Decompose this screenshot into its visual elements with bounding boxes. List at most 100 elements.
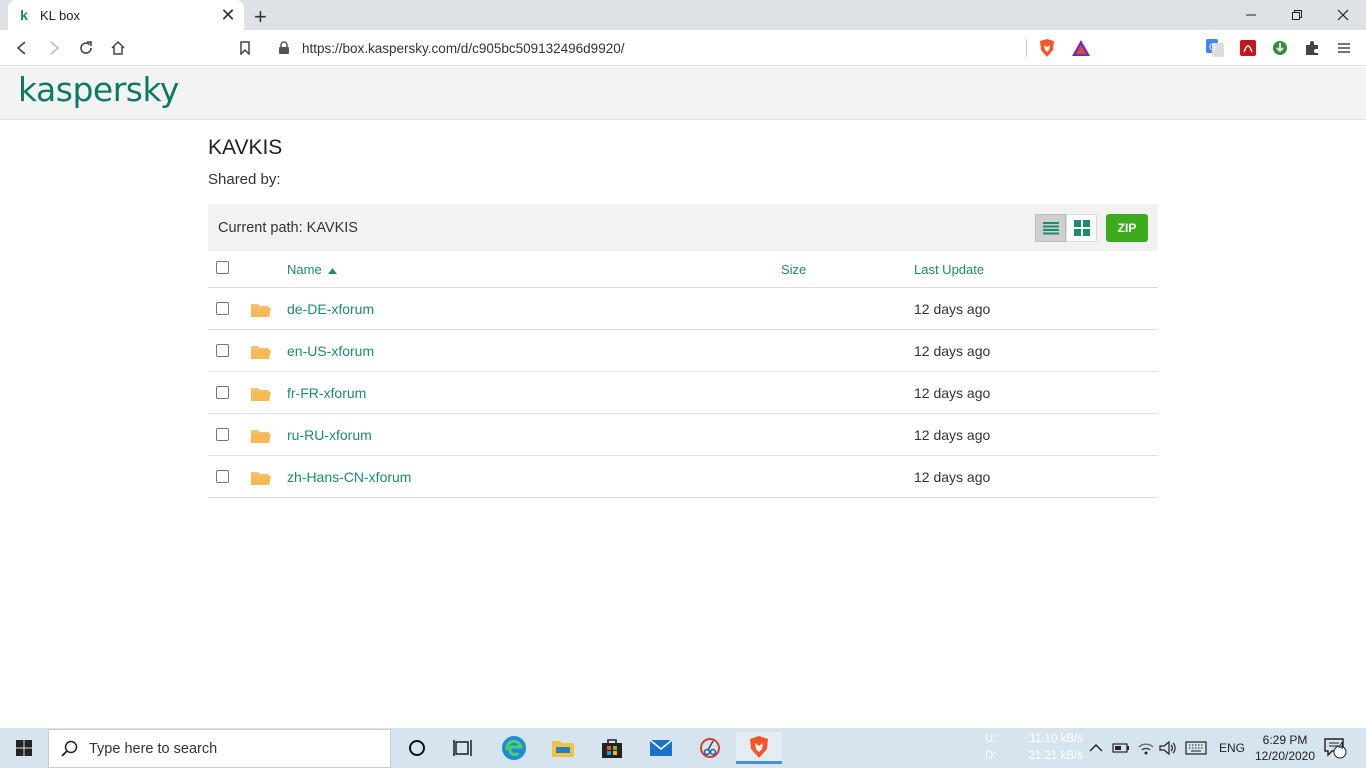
last-update: 12 days ago <box>914 469 991 485</box>
table-row[interactable]: ru-RU-xforum 12 days ago <box>208 414 1158 456</box>
snipping-tool-taskbar-button[interactable] <box>687 732 733 764</box>
input-language-button[interactable]: ENG <box>1219 728 1245 768</box>
windows-logo-icon <box>16 740 32 756</box>
grid-view-icon <box>1073 220 1090 236</box>
close-window-button[interactable] <box>1320 0 1366 30</box>
notification-count-badge: 4 <box>1338 741 1344 752</box>
select-all-checkbox[interactable] <box>216 261 229 274</box>
search-icon <box>61 740 78 757</box>
minimize-button[interactable] <box>1228 0 1274 30</box>
folder-name-link[interactable]: en-US-xforum <box>287 343 374 359</box>
last-update: 12 days ago <box>914 343 991 359</box>
folder-name-link[interactable]: fr-FR-xforum <box>287 385 366 401</box>
google-translate-extension-icon[interactable]: G <box>1205 38 1225 58</box>
store-taskbar-button[interactable] <box>589 732 635 764</box>
download-manager-extension-icon[interactable] <box>1270 38 1290 58</box>
snipping-tool-icon <box>700 738 720 758</box>
taskbar-search-box[interactable]: Type here to search <box>48 729 391 768</box>
table-row[interactable]: fr-FR-xforum 12 days ago <box>208 372 1158 414</box>
list-view-icon <box>1042 222 1059 235</box>
kaspersky-logo[interactable]: kaspersky <box>18 70 179 109</box>
browser-toolbar: https://box.kaspersky.com/d/c905bc509132… <box>0 30 1366 66</box>
address-bar[interactable]: https://box.kaspersky.com/d/c905bc509132… <box>268 34 1098 62</box>
browser-tab[interactable]: k KL box ✕ <box>8 0 244 30</box>
last-update: 12 days ago <box>914 301 991 317</box>
file-explorer-taskbar-button[interactable] <box>540 732 586 764</box>
battery-icon <box>1112 743 1129 753</box>
action-center-button[interactable]: 4 <box>1324 728 1348 768</box>
volume-tray-button[interactable] <box>1159 728 1177 768</box>
home-icon <box>111 40 125 55</box>
brave-taskbar-button[interactable] <box>736 732 782 764</box>
row-checkbox[interactable] <box>216 344 229 357</box>
kaspersky-favicon-icon: k <box>20 7 28 23</box>
wifi-icon <box>1138 743 1154 755</box>
battery-tray-button[interactable] <box>1112 728 1130 768</box>
lock-icon <box>278 41 292 55</box>
forward-button[interactable] <box>42 36 66 60</box>
list-view-button[interactable] <box>1035 214 1066 242</box>
language-indicator: ENG <box>1219 741 1246 755</box>
reload-icon <box>80 41 92 54</box>
svg-text:G: G <box>1209 43 1216 53</box>
name-column-header[interactable]: Name <box>287 262 338 277</box>
extensions-puzzle-icon[interactable] <box>1302 38 1322 58</box>
tab-title: KL box <box>40 7 80 23</box>
reload-button[interactable] <box>74 36 98 60</box>
last-update: 12 days ago <box>914 427 991 443</box>
pdf-extension-icon[interactable] <box>1238 38 1258 58</box>
touch-keyboard-button[interactable] <box>1185 728 1207 768</box>
folder-icon <box>251 302 271 322</box>
edge-taskbar-button[interactable] <box>491 732 537 764</box>
mail-icon <box>649 739 673 756</box>
table-row[interactable]: en-US-xforum 12 days ago <box>208 330 1158 372</box>
mail-taskbar-button[interactable] <box>638 732 684 764</box>
restore-button[interactable] <box>1274 0 1320 30</box>
table-row[interactable]: de-DE-xforum 12 days ago <box>208 288 1158 330</box>
upload-speed: 11.10 kB/s <box>1029 733 1084 745</box>
brave-shields-icon[interactable] <box>1038 38 1056 63</box>
size-column-header[interactable]: Size <box>781 262 806 277</box>
brave-browser-icon <box>750 735 768 758</box>
row-checkbox[interactable] <box>216 428 229 441</box>
show-hidden-icons-button[interactable] <box>1089 728 1103 768</box>
shared-by-label: Shared by: <box>208 171 281 188</box>
forward-arrow-icon <box>50 41 60 55</box>
cortana-circle-icon <box>409 740 425 756</box>
back-button[interactable] <box>10 36 34 60</box>
browser-tabbar: k KL box ✕ + <box>0 0 1366 30</box>
table-row[interactable]: zh-Hans-CN-xforum 12 days ago <box>208 456 1158 498</box>
site-header: kaspersky <box>0 67 1366 120</box>
edge-browser-icon <box>502 736 526 760</box>
bookmark-button[interactable] <box>233 36 257 60</box>
url-text: https://box.kaspersky.com/d/c905bc509132… <box>302 40 625 56</box>
close-tab-icon[interactable]: ✕ <box>220 5 236 26</box>
start-button[interactable] <box>0 728 48 768</box>
cortana-button[interactable] <box>394 732 440 764</box>
current-path: Current path: KAVKIS <box>218 220 358 236</box>
row-checkbox[interactable] <box>216 470 229 483</box>
search-placeholder: Type here to search <box>89 740 218 757</box>
folder-name-link[interactable]: ru-RU-xforum <box>287 427 372 443</box>
chevron-up-icon <box>1089 744 1103 752</box>
menu-icon[interactable] <box>1334 38 1354 58</box>
grid-view-button[interactable] <box>1066 214 1097 242</box>
name-header-label: Name <box>287 262 322 277</box>
brave-rewards-icon[interactable] <box>1071 39 1091 62</box>
task-view-button[interactable] <box>440 732 486 764</box>
system-clock[interactable]: 6:29 PM 12/20/2020 <box>1247 732 1323 764</box>
folder-icon <box>251 344 271 364</box>
new-tab-button[interactable]: + <box>254 4 267 30</box>
minimize-icon <box>1246 14 1256 16</box>
last-update-column-header[interactable]: Last Update <box>914 262 984 277</box>
row-checkbox[interactable] <box>216 386 229 399</box>
taskbar: Type here to search U: D: 11.10 kB/s 21.… <box>0 728 1366 768</box>
folder-icon <box>251 386 271 406</box>
folder-name-link[interactable]: zh-Hans-CN-xforum <box>287 469 411 485</box>
home-button[interactable] <box>106 36 130 60</box>
network-tray-button[interactable] <box>1137 728 1155 768</box>
folder-name-link[interactable]: de-DE-xforum <box>287 301 374 317</box>
zip-download-button[interactable]: ZIP <box>1106 214 1148 242</box>
row-checkbox[interactable] <box>216 302 229 315</box>
download-label: D: <box>985 750 997 762</box>
